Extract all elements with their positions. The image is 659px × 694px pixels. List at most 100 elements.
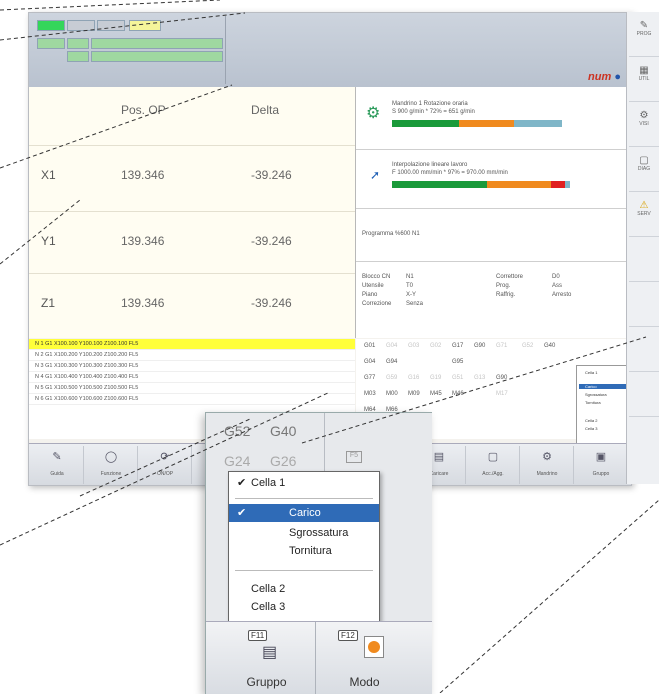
cn-value: T0	[406, 283, 414, 289]
interp-line1: Interpolazione lineare lavoro	[392, 162, 468, 168]
spindle-bar-fill	[392, 120, 514, 127]
program-name: Programma %600 N1	[362, 231, 420, 237]
mcode: M46	[452, 391, 464, 397]
axis-pos: 139.346	[121, 296, 165, 310]
softkey-gruppo[interactable]: ▣ Gruppo	[575, 446, 628, 484]
axis-delta: -39.246	[251, 168, 292, 182]
mcode: M17	[496, 391, 508, 397]
right-key[interactable]	[629, 417, 659, 461]
right-key[interactable]	[629, 282, 659, 327]
gcode: G19	[430, 375, 442, 381]
gcode: G02	[430, 343, 442, 349]
gcode: G04	[386, 343, 398, 349]
spindle-line2: S 900 g/min * 72% = 651 g/min	[392, 109, 475, 115]
program-line[interactable]: N 5 G1 X100.500 Y100.500 Z100.500 FL5	[29, 383, 355, 394]
cn-value: D0	[552, 274, 560, 280]
softkey-guida[interactable]: ✎ Guida	[31, 446, 84, 484]
interp-bar-fill	[392, 181, 565, 188]
status-cell	[67, 51, 89, 62]
status-cell	[37, 20, 65, 31]
menu-item-carico[interactable]: ✔ Carico	[229, 504, 379, 522]
status-cell	[97, 20, 125, 31]
gcode: G51	[452, 375, 464, 381]
cn-value: X-Y	[406, 292, 417, 298]
softkey-funzione[interactable]: ◯ Funzione	[85, 446, 138, 484]
mcode: M00	[386, 391, 398, 397]
cn-value: Arresto	[552, 292, 572, 298]
function-icon: ◯	[104, 451, 118, 463]
cn-label: Blocco CN	[362, 274, 391, 280]
menu-separator	[235, 498, 373, 499]
interp-line2: F 1000.00 mm/min * 97% = 970.00 mm/min	[392, 170, 508, 176]
interpolation-icon: ➚	[370, 168, 381, 182]
softkey-onop[interactable]: ⟳ ON/OP	[139, 446, 192, 484]
gcode: G90	[496, 375, 508, 381]
num-logo: num ●	[588, 71, 621, 83]
right-key[interactable]	[629, 372, 659, 417]
axis-name: Z1	[41, 296, 56, 310]
softkey-acc-agg[interactable]: ▢ Acc./Agg.	[467, 446, 520, 484]
program-box: Programma %600 N1	[356, 209, 631, 262]
gcode: G52	[522, 343, 534, 349]
gcode: G77	[364, 375, 376, 381]
cn-label: Piano	[362, 292, 378, 298]
status-cell	[129, 20, 161, 31]
mini-menu-item[interactable]: Cella 3	[585, 426, 597, 431]
axis-row-y1: Y1 139.346 -39.246	[29, 211, 355, 270]
mcode: M09	[408, 391, 420, 397]
axis-row-z1: Z1 139.346 -39.246	[29, 273, 355, 332]
mini-menu-item[interactable]: Cella 2	[585, 418, 597, 423]
mini-menu-item[interactable]: Sgrossatura	[585, 392, 607, 397]
gcode: G71	[496, 343, 508, 349]
gcode: G90	[474, 343, 486, 349]
program-line-active[interactable]: N 1 G1 X100.100 Y100.100 Z100.100 FL5	[29, 339, 355, 350]
gcode: G59	[386, 375, 398, 381]
cn-value: Senza	[406, 301, 424, 307]
program-line[interactable]: N 6 G1 X100.600 Y100.600 Z100.600 FL5	[29, 394, 355, 405]
spindle-box: ⚙ Mandrino 1 Rotazione oraria S 900 g/mi…	[356, 87, 631, 150]
status-cell	[67, 38, 89, 49]
program-line[interactable]: N 2 G1 X100.200 Y100.200 Z100.200 FL5	[29, 350, 355, 361]
softkey-modo-zoom[interactable]: F12 Modo	[316, 622, 413, 694]
gcode: G17	[452, 343, 464, 349]
gcode: G04	[364, 359, 376, 365]
cn-label: Correttore	[496, 274, 524, 280]
right-key[interactable]: ⚠ SERV	[629, 192, 659, 237]
gcode-g52: G52	[224, 423, 251, 439]
menu-item-cella-3[interactable]: Cella 3	[229, 598, 379, 616]
axis-name: X1	[41, 168, 56, 182]
right-key[interactable]: ▦ UTIL	[629, 57, 659, 102]
check-icon: ✔	[237, 477, 247, 489]
program-line[interactable]: N 4 G1 X100.400 Y100.400 Z100.400 FL5	[29, 372, 355, 383]
delta-header: Delta	[251, 103, 280, 117]
gcode-g26: G26	[270, 453, 297, 469]
right-key[interactable]	[629, 237, 659, 282]
menu-item-tornitura[interactable]: Tornitura	[229, 542, 379, 560]
menu-item-cella-2[interactable]: Cella 2	[229, 580, 379, 598]
mcode: M45	[430, 391, 442, 397]
status-cell	[91, 38, 223, 49]
softkey-mandrino[interactable]: ⚙ Mandrino	[521, 446, 574, 484]
menu-item-sgrossatura[interactable]: Sgrossatura	[229, 524, 379, 542]
info-panel: ⚙ Mandrino 1 Rotazione oraria S 900 g/mi…	[356, 87, 631, 338]
axes-panel: Pos. OP Delta X1 139.346 -39.246 Y1 139.…	[29, 87, 356, 338]
help-icon: ✎	[52, 451, 62, 463]
softkey-gruppo-zoom[interactable]: F11 ▤ Gruppo	[218, 622, 316, 694]
gcode: G01	[364, 343, 376, 349]
cn-label: Prog.	[496, 283, 511, 289]
mini-menu-item[interactable]: Cella 1	[585, 370, 597, 375]
mini-menu-item-selected[interactable]: Carico	[579, 384, 631, 389]
right-key[interactable]: ✎ PROG	[629, 12, 659, 57]
right-key[interactable]	[629, 327, 659, 372]
mini-menu-item[interactable]: Tornitura	[585, 400, 601, 405]
right-key[interactable]: ▢ DIAG	[629, 147, 659, 192]
right-key[interactable]: ⚙ VISI	[629, 102, 659, 147]
program-line[interactable]: N 3 G1 X100.300 Y100.300 Z100.300 FL5	[29, 361, 355, 372]
axis-delta: -39.246	[251, 234, 292, 248]
axis-delta: -39.246	[251, 296, 292, 310]
fkey-f11: F11	[248, 630, 268, 641]
menu-item-cella-1[interactable]: ✔ Cella 1	[229, 474, 379, 492]
status-cell	[67, 20, 95, 31]
spindle-icon: ⚙	[366, 105, 381, 122]
check-icon: ✔	[237, 507, 247, 519]
